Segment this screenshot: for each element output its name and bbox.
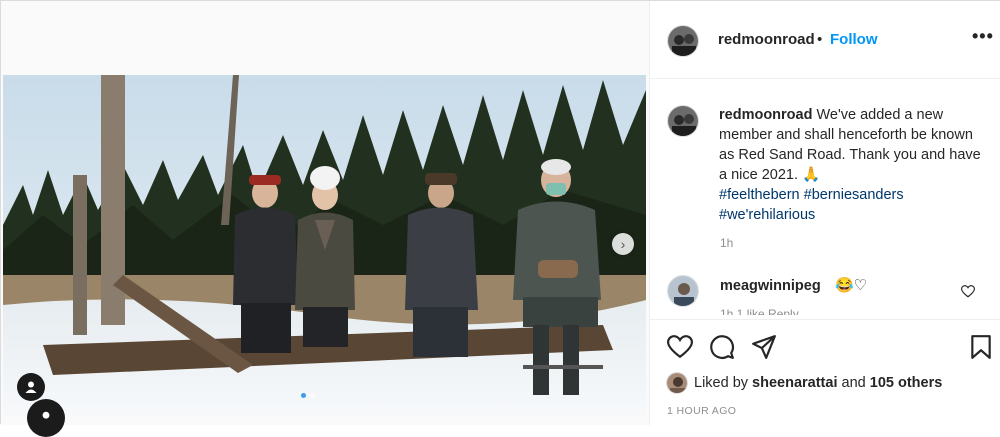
post-frame: › redmoonroad • Follow ••• redmoonroad W… bbox=[0, 0, 1000, 437]
more-options-button[interactable]: ••• bbox=[972, 26, 994, 47]
likes-summary: Liked by sheenarattai and 105 others bbox=[666, 372, 942, 394]
likes-others-link[interactable]: 105 others bbox=[870, 375, 943, 391]
follow-button[interactable]: Follow bbox=[830, 31, 878, 48]
commenter-avatar[interactable] bbox=[667, 275, 699, 307]
carousel-dot bbox=[310, 393, 315, 398]
author-username[interactable]: redmoonroad bbox=[718, 31, 815, 48]
post-header: redmoonroad • Follow ••• bbox=[650, 1, 1000, 79]
user-tag-button[interactable] bbox=[17, 373, 45, 401]
hashtag[interactable]: #feelthebern bbox=[719, 187, 800, 203]
chevron-right-icon: › bbox=[620, 236, 626, 252]
heart-icon[interactable] bbox=[667, 334, 693, 360]
post-details-pane: redmoonroad • Follow ••• redmoonroad We'… bbox=[649, 1, 1000, 425]
hashtag[interactable]: #we'rehilarious bbox=[719, 207, 815, 223]
author-avatar[interactable] bbox=[667, 25, 699, 57]
comment-icon[interactable] bbox=[709, 334, 735, 360]
carousel-dot bbox=[301, 393, 306, 398]
comment-text: 😂♡ bbox=[835, 277, 868, 294]
likes-connector: and bbox=[841, 375, 866, 391]
user-tag-icon bbox=[25, 381, 37, 393]
caption-author-avatar[interactable] bbox=[667, 105, 699, 137]
media-pane: › bbox=[1, 1, 649, 437]
liker-username[interactable]: sheenarattai bbox=[752, 375, 837, 391]
carousel-dots bbox=[301, 393, 315, 398]
hashtag[interactable]: #berniesanders bbox=[804, 187, 904, 203]
comment-like-button[interactable] bbox=[960, 285, 976, 301]
bookmark-icon[interactable] bbox=[968, 334, 994, 360]
caption-username[interactable]: redmoonroad bbox=[719, 107, 812, 123]
next-photo-button[interactable]: › bbox=[612, 233, 634, 255]
liker-avatar[interactable] bbox=[666, 372, 688, 394]
likes-prefix: Liked by bbox=[694, 375, 749, 391]
post-timestamp[interactable]: 1 HOUR AGO bbox=[667, 405, 736, 417]
caption-timestamp[interactable]: 1h bbox=[720, 236, 733, 250]
share-icon[interactable] bbox=[751, 334, 777, 360]
comment-username[interactable]: meagwinnipeg bbox=[720, 278, 821, 294]
photo-illustration bbox=[3, 75, 646, 417]
heart-icon bbox=[960, 285, 976, 298]
header-separator: • bbox=[817, 31, 823, 48]
user-tag-button-secondary[interactable] bbox=[27, 399, 65, 437]
action-bar: Liked by sheenarattai and 105 others 1 H… bbox=[650, 319, 1000, 425]
comment-meta: 1h 1 like Reply bbox=[720, 307, 799, 315]
post-photo[interactable] bbox=[3, 75, 646, 417]
likes-text: Liked by sheenarattai and 105 others bbox=[694, 375, 942, 391]
post-caption: redmoonroad We've added a new member and… bbox=[719, 105, 991, 225]
